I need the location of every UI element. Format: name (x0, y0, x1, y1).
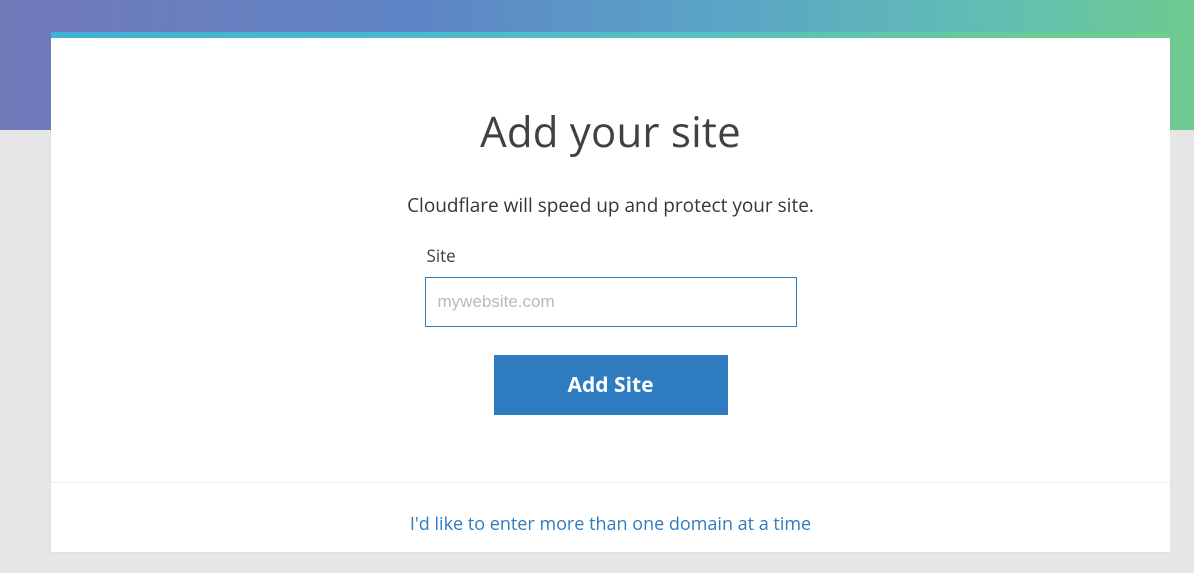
site-input[interactable] (425, 277, 797, 327)
add-site-button[interactable]: Add Site (494, 355, 728, 415)
card-content: Add your site Cloudflare will speed up a… (51, 38, 1170, 415)
multiple-domains-link[interactable]: I'd like to enter more than one domain a… (51, 512, 1170, 536)
divider (51, 482, 1170, 483)
page-subtitle: Cloudflare will speed up and protect you… (407, 192, 814, 218)
page-title: Add your site (480, 103, 741, 160)
site-field-label: Site (427, 244, 456, 267)
add-site-card: Add your site Cloudflare will speed up a… (51, 32, 1170, 552)
site-field-wrap: Site (425, 244, 797, 327)
